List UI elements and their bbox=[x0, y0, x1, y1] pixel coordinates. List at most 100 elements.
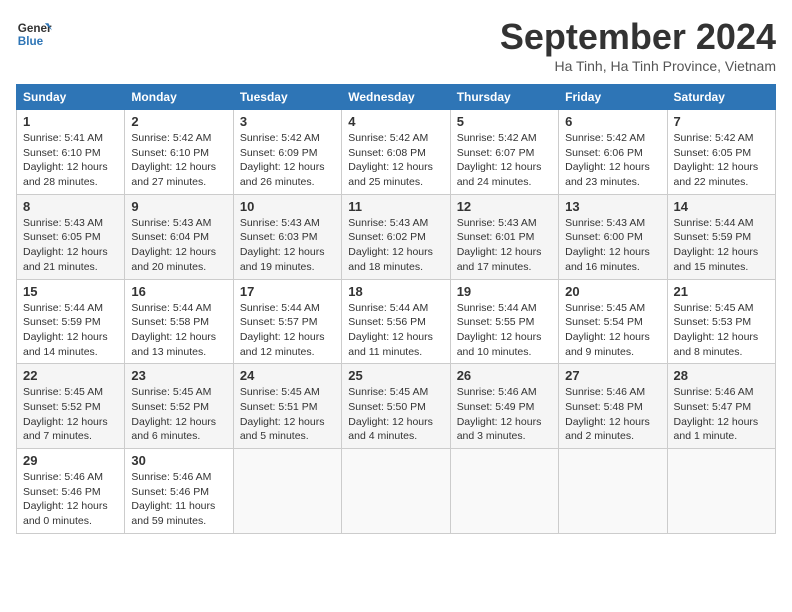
day-number: 5 bbox=[457, 114, 552, 129]
day-number: 29 bbox=[23, 453, 118, 468]
header-friday: Friday bbox=[559, 85, 667, 110]
cell-info: Sunrise: 5:43 AMSunset: 6:00 PMDaylight:… bbox=[565, 216, 660, 275]
cell-info: Sunrise: 5:44 AMSunset: 5:58 PMDaylight:… bbox=[131, 301, 226, 360]
logo: General Blue bbox=[16, 16, 52, 52]
cell-info: Sunrise: 5:44 AMSunset: 5:55 PMDaylight:… bbox=[457, 301, 552, 360]
calendar-cell: 25 Sunrise: 5:45 AMSunset: 5:50 PMDayligh… bbox=[342, 364, 450, 449]
title-section: September 2024 Ha Tinh, Ha Tinh Province… bbox=[500, 16, 776, 74]
calendar-cell: 18 Sunrise: 5:44 AMSunset: 5:56 PMDayligh… bbox=[342, 279, 450, 364]
day-number: 6 bbox=[565, 114, 660, 129]
cell-info: Sunrise: 5:45 AMSunset: 5:52 PMDaylight:… bbox=[131, 385, 226, 444]
calendar-cell: 10 Sunrise: 5:43 AMSunset: 6:03 PMDayligh… bbox=[233, 194, 341, 279]
day-number: 26 bbox=[457, 368, 552, 383]
cell-info: Sunrise: 5:46 AMSunset: 5:47 PMDaylight:… bbox=[674, 385, 769, 444]
calendar-cell: 30 Sunrise: 5:46 AMSunset: 5:46 PMDayligh… bbox=[125, 449, 233, 534]
day-number: 16 bbox=[131, 284, 226, 299]
header-saturday: Saturday bbox=[667, 85, 775, 110]
cell-info: Sunrise: 5:44 AMSunset: 5:57 PMDaylight:… bbox=[240, 301, 335, 360]
day-number: 15 bbox=[23, 284, 118, 299]
cell-info: Sunrise: 5:46 AMSunset: 5:46 PMDaylight:… bbox=[23, 470, 118, 529]
day-number: 21 bbox=[674, 284, 769, 299]
calendar-cell: 14 Sunrise: 5:44 AMSunset: 5:59 PMDayligh… bbox=[667, 194, 775, 279]
calendar-cell: 29 Sunrise: 5:46 AMSunset: 5:46 PMDayligh… bbox=[17, 449, 125, 534]
calendar-cell: 24 Sunrise: 5:45 AMSunset: 5:51 PMDayligh… bbox=[233, 364, 341, 449]
header-row: SundayMondayTuesdayWednesdayThursdayFrid… bbox=[17, 85, 776, 110]
day-number: 8 bbox=[23, 199, 118, 214]
calendar-cell: 17 Sunrise: 5:44 AMSunset: 5:57 PMDayligh… bbox=[233, 279, 341, 364]
cell-info: Sunrise: 5:43 AMSunset: 6:01 PMDaylight:… bbox=[457, 216, 552, 275]
day-number: 25 bbox=[348, 368, 443, 383]
cell-info: Sunrise: 5:45 AMSunset: 5:51 PMDaylight:… bbox=[240, 385, 335, 444]
header-monday: Monday bbox=[125, 85, 233, 110]
cell-info: Sunrise: 5:46 AMSunset: 5:46 PMDaylight:… bbox=[131, 470, 226, 529]
calendar-cell: 16 Sunrise: 5:44 AMSunset: 5:58 PMDayligh… bbox=[125, 279, 233, 364]
calendar-cell: 4Sunrise: 5:42 AMSunset: 6:08 PMDaylight… bbox=[342, 110, 450, 195]
cell-info: Sunrise: 5:43 AMSunset: 6:04 PMDaylight:… bbox=[131, 216, 226, 275]
calendar-cell: 6 Sunrise: 5:42 AMSunset: 6:06 PMDaylight… bbox=[559, 110, 667, 195]
day-number: 14 bbox=[674, 199, 769, 214]
cell-info: Sunrise: 5:44 AMSunset: 5:56 PMDaylight:… bbox=[348, 301, 443, 360]
cell-info: Sunrise: 5:46 AMSunset: 5:49 PMDaylight:… bbox=[457, 385, 552, 444]
calendar-cell: 3 Sunrise: 5:42 AMSunset: 6:09 PMDaylight… bbox=[233, 110, 341, 195]
header-tuesday: Tuesday bbox=[233, 85, 341, 110]
calendar-table: SundayMondayTuesdayWednesdayThursdayFrid… bbox=[16, 84, 776, 534]
calendar-cell: 28 Sunrise: 5:46 AMSunset: 5:47 PMDayligh… bbox=[667, 364, 775, 449]
calendar-cell: 27 Sunrise: 5:46 AMSunset: 5:48 PMDayligh… bbox=[559, 364, 667, 449]
day-number: 24 bbox=[240, 368, 335, 383]
day-number: 4 bbox=[348, 114, 443, 129]
calendar-cell: 2Sunrise: 5:42 AMSunset: 6:10 PMDaylight… bbox=[125, 110, 233, 195]
cell-info: Sunrise: 5:43 AMSunset: 6:02 PMDaylight:… bbox=[348, 216, 443, 275]
calendar-cell: 21 Sunrise: 5:45 AMSunset: 5:53 PMDayligh… bbox=[667, 279, 775, 364]
cell-info: Sunrise: 5:45 AMSunset: 5:53 PMDaylight:… bbox=[674, 301, 769, 360]
calendar-cell bbox=[342, 449, 450, 534]
cell-info: Sunrise: 5:42 AMSunset: 6:09 PMDaylight:… bbox=[240, 131, 335, 190]
cell-info: Sunrise: 5:44 AMSunset: 5:59 PMDaylight:… bbox=[674, 216, 769, 275]
day-number: 2 bbox=[131, 114, 226, 129]
day-number: 19 bbox=[457, 284, 552, 299]
calendar-cell: 22Sunrise: 5:45 AMSunset: 5:52 PMDayligh… bbox=[17, 364, 125, 449]
calendar-cell: 19 Sunrise: 5:44 AMSunset: 5:55 PMDayligh… bbox=[450, 279, 558, 364]
day-number: 18 bbox=[348, 284, 443, 299]
calendar-cell: 13 Sunrise: 5:43 AMSunset: 6:00 PMDayligh… bbox=[559, 194, 667, 279]
day-number: 30 bbox=[131, 453, 226, 468]
header-sunday: Sunday bbox=[17, 85, 125, 110]
day-number: 9 bbox=[131, 199, 226, 214]
day-number: 28 bbox=[674, 368, 769, 383]
cell-info: Sunrise: 5:41 AMSunset: 6:10 PMDaylight:… bbox=[23, 131, 118, 190]
day-number: 23 bbox=[131, 368, 226, 383]
day-number: 27 bbox=[565, 368, 660, 383]
calendar-cell: 11 Sunrise: 5:43 AMSunset: 6:02 PMDayligh… bbox=[342, 194, 450, 279]
month-title: September 2024 bbox=[500, 16, 776, 58]
day-number: 7 bbox=[674, 114, 769, 129]
page-header: General Blue September 2024 Ha Tinh, Ha … bbox=[16, 16, 776, 74]
cell-info: Sunrise: 5:43 AMSunset: 6:03 PMDaylight:… bbox=[240, 216, 335, 275]
cell-info: Sunrise: 5:42 AMSunset: 6:05 PMDaylight:… bbox=[674, 131, 769, 190]
day-number: 20 bbox=[565, 284, 660, 299]
cell-info: Sunrise: 5:46 AMSunset: 5:48 PMDaylight:… bbox=[565, 385, 660, 444]
day-number: 13 bbox=[565, 199, 660, 214]
cell-info: Sunrise: 5:45 AMSunset: 5:54 PMDaylight:… bbox=[565, 301, 660, 360]
day-number: 10 bbox=[240, 199, 335, 214]
calendar-cell: 20 Sunrise: 5:45 AMSunset: 5:54 PMDayligh… bbox=[559, 279, 667, 364]
day-number: 11 bbox=[348, 199, 443, 214]
calendar-cell: 5 Sunrise: 5:42 AMSunset: 6:07 PMDaylight… bbox=[450, 110, 558, 195]
calendar-cell: 7 Sunrise: 5:42 AMSunset: 6:05 PMDaylight… bbox=[667, 110, 775, 195]
header-thursday: Thursday bbox=[450, 85, 558, 110]
day-number: 22 bbox=[23, 368, 118, 383]
day-number: 3 bbox=[240, 114, 335, 129]
cell-info: Sunrise: 5:45 AMSunset: 5:50 PMDaylight:… bbox=[348, 385, 443, 444]
calendar-cell bbox=[559, 449, 667, 534]
cell-info: Sunrise: 5:43 AMSunset: 6:05 PMDaylight:… bbox=[23, 216, 118, 275]
calendar-cell: 26 Sunrise: 5:46 AMSunset: 5:49 PMDayligh… bbox=[450, 364, 558, 449]
cell-info: Sunrise: 5:44 AMSunset: 5:59 PMDaylight:… bbox=[23, 301, 118, 360]
calendar-cell bbox=[667, 449, 775, 534]
logo-icon: General Blue bbox=[16, 16, 52, 52]
calendar-cell: 15 Sunrise: 5:44 AMSunset: 5:59 PMDayligh… bbox=[17, 279, 125, 364]
cell-info: Sunrise: 5:42 AMSunset: 6:07 PMDaylight:… bbox=[457, 131, 552, 190]
location-title: Ha Tinh, Ha Tinh Province, Vietnam bbox=[500, 58, 776, 74]
calendar-cell: 8 Sunrise: 5:43 AMSunset: 6:05 PMDaylight… bbox=[17, 194, 125, 279]
calendar-cell bbox=[233, 449, 341, 534]
svg-text:Blue: Blue bbox=[18, 35, 44, 48]
cell-info: Sunrise: 5:42 AMSunset: 6:06 PMDaylight:… bbox=[565, 131, 660, 190]
day-number: 17 bbox=[240, 284, 335, 299]
